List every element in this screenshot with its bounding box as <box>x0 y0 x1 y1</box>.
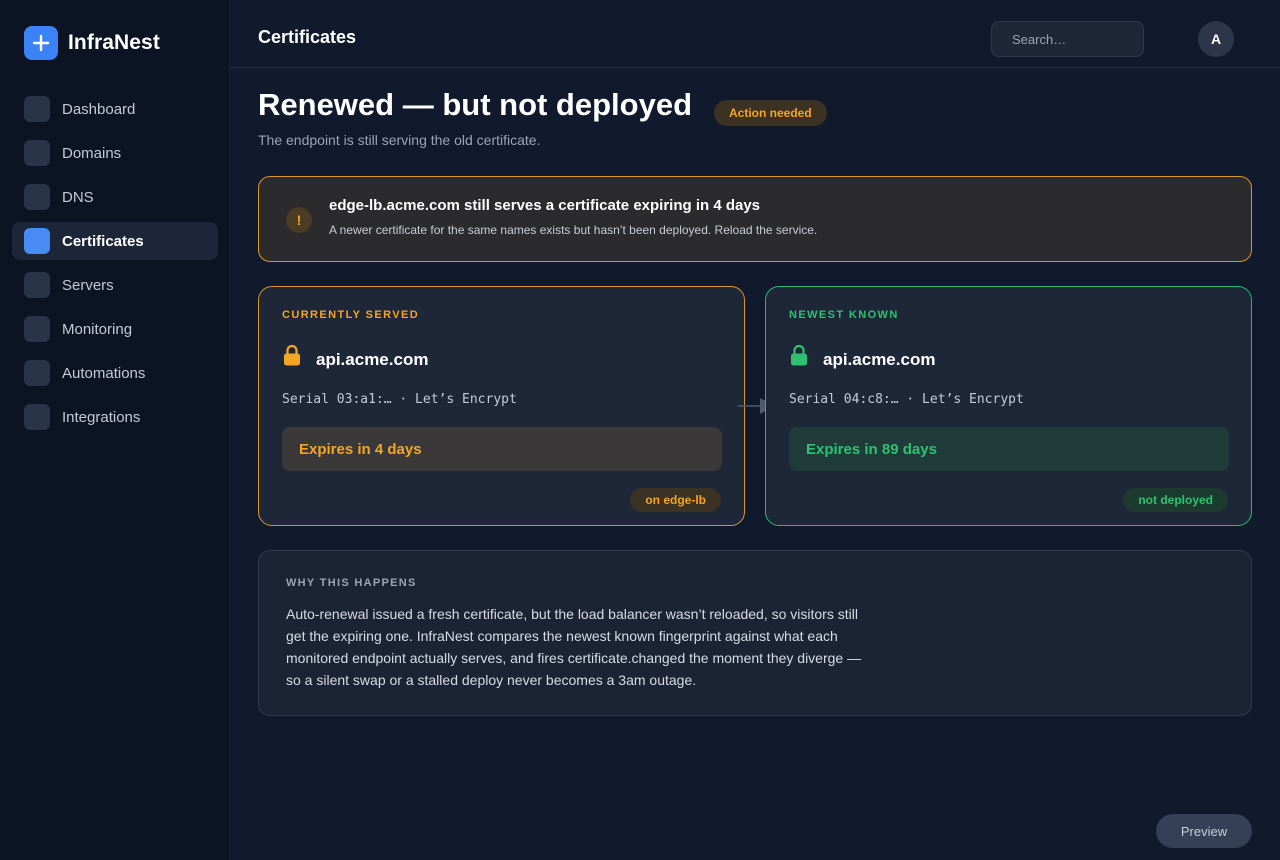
page-title: Renewed — but not deployed <box>258 87 693 122</box>
servers-icon <box>24 272 50 298</box>
sidebar-item-dns[interactable]: DNS <box>12 178 218 216</box>
expiry-banner: Expires in 89 days <box>789 427 1229 471</box>
dashboard-icon <box>24 96 50 122</box>
monitoring-icon <box>24 316 50 342</box>
domains-icon <box>24 140 50 166</box>
sidebar-item-label: DNS <box>62 188 94 206</box>
alert-title: edge-lb.acme.com still serves a certific… <box>329 197 761 214</box>
alert-text: A newer certificate for the same names e… <box>329 223 818 237</box>
explanation-title: WHY THIS HAPPENS <box>286 577 417 589</box>
topbar-title: Certificates <box>258 27 357 47</box>
currently-served-card[interactable]: CURRENTLY SERVED api.acme.com Serial 03:… <box>258 286 745 526</box>
sidebar-item-certificates[interactable]: Certificates <box>12 222 218 260</box>
search-input[interactable] <box>991 21 1144 57</box>
sidebar-item-label: Dashboard <box>62 100 136 118</box>
sidebar-nav: Dashboard Domains DNS Certificates Serve… <box>12 90 218 442</box>
card-eyebrow: NEWEST KNOWN <box>789 309 899 321</box>
page-subtitle: The endpoint is still serving the old ce… <box>258 132 541 148</box>
sidebar-item-label: Monitoring <box>62 320 133 338</box>
expiry-banner: Expires in 4 days <box>282 427 722 471</box>
card-serial: Serial 03:a1:… · Let’s Encrypt <box>282 392 517 407</box>
sidebar-item-monitoring[interactable]: Monitoring <box>12 310 218 348</box>
sidebar: InfraNest Dashboard Domains DNS Certific… <box>0 0 230 860</box>
deployment-pill: on edge-lb <box>630 488 721 512</box>
deployment-pill: not deployed <box>1123 488 1228 512</box>
preview-button[interactable]: Preview <box>1156 814 1252 848</box>
sidebar-item-dashboard[interactable]: Dashboard <box>12 90 218 128</box>
explanation-panel: WHY THIS HAPPENS Auto-renewal issued a f… <box>258 550 1252 716</box>
automations-icon <box>24 360 50 386</box>
topbar: Certificates A <box>231 0 1280 68</box>
sidebar-item-domains[interactable]: Domains <box>12 134 218 172</box>
certificates-icon <box>24 228 50 254</box>
brand-name: InfraNest <box>68 31 160 54</box>
sidebar-item-label: Servers <box>62 276 114 294</box>
sidebar-item-label: Domains <box>62 144 122 162</box>
newest-known-card[interactable]: NEWEST KNOWN api.acme.com Serial 04:c8:…… <box>765 286 1252 526</box>
plus-icon <box>24 26 58 60</box>
sidebar-item-integrations[interactable]: Integrations <box>12 398 218 436</box>
card-serial: Serial 04:c8:… · Let’s Encrypt <box>789 392 1024 407</box>
warning-alert: ! edge-lb.acme.com still serves a certif… <box>258 176 1252 262</box>
dns-icon <box>24 184 50 210</box>
warning-icon: ! <box>286 207 312 233</box>
card-host: api.acme.com <box>823 350 936 369</box>
card-eyebrow: CURRENTLY SERVED <box>282 309 420 321</box>
status-badge: Action needed <box>714 100 827 126</box>
explanation-body: Auto-renewal issued a fresh certificate,… <box>286 606 862 688</box>
card-host: api.acme.com <box>316 350 429 369</box>
sidebar-item-automations[interactable]: Automations <box>12 354 218 392</box>
lock-icon <box>284 344 300 366</box>
brand[interactable]: InfraNest <box>24 26 160 60</box>
avatar[interactable]: A <box>1198 21 1234 57</box>
sidebar-item-label: Certificates <box>62 232 144 250</box>
sidebar-item-servers[interactable]: Servers <box>12 266 218 304</box>
lock-icon <box>791 344 807 366</box>
integrations-icon <box>24 404 50 430</box>
sidebar-item-label: Integrations <box>62 408 141 426</box>
app-root: InfraNest Dashboard Domains DNS Certific… <box>0 0 1280 860</box>
sidebar-item-label: Automations <box>62 364 146 382</box>
